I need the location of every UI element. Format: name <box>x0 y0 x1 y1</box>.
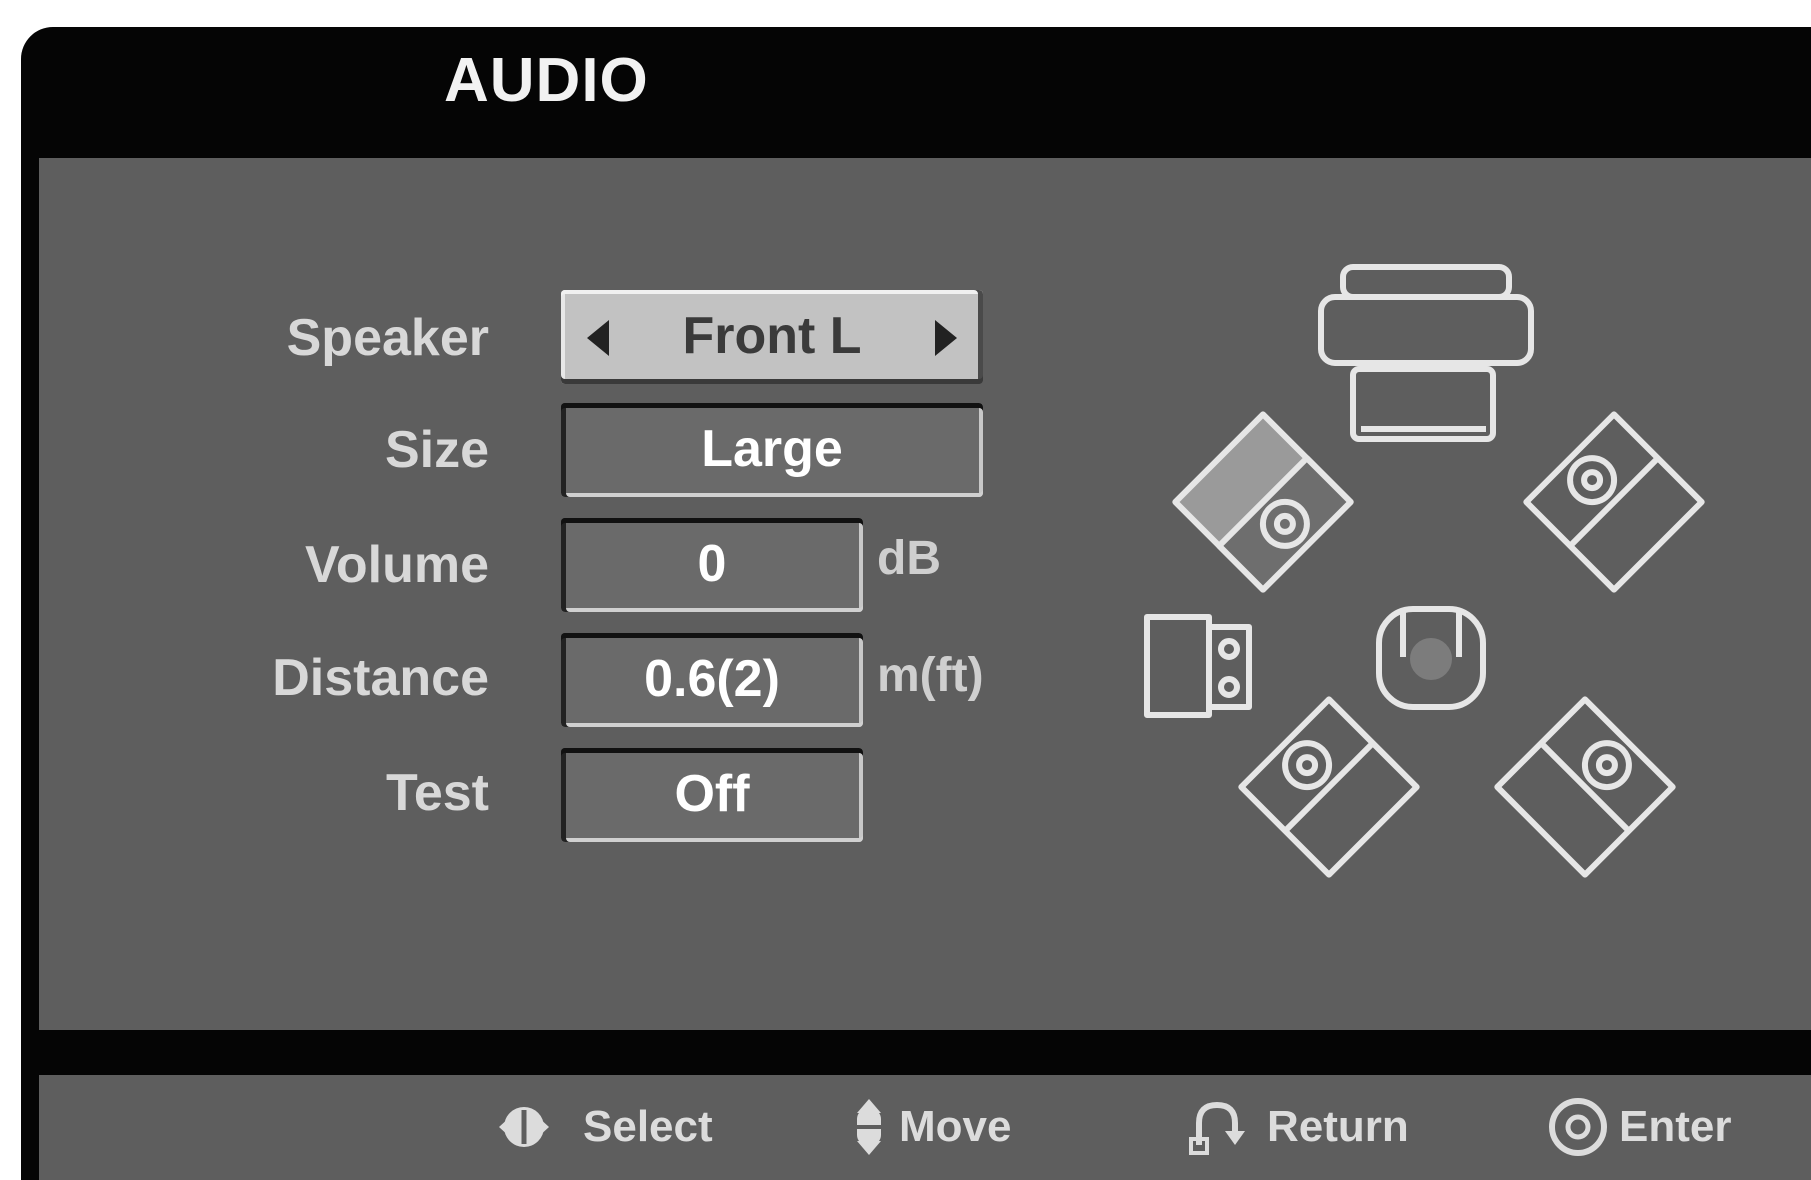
front-right-icon <box>1523 411 1705 593</box>
front-left-icon <box>1172 411 1354 593</box>
volume-label: Volume <box>305 536 489 594</box>
distance-unit: m(ft) <box>877 649 984 702</box>
speaker-value: Front L <box>682 307 862 365</box>
volume-value: 0 <box>697 535 727 593</box>
hint-move: Move <box>849 1097 1011 1157</box>
tv-icon <box>1318 264 1534 442</box>
test-value: Off <box>674 765 750 823</box>
distance-value: 0.6(2) <box>644 650 780 708</box>
hint-enter: Enter <box>1547 1097 1731 1157</box>
menu-title: AUDIO <box>444 46 649 115</box>
speaker-selector[interactable]: Front L <box>561 290 983 384</box>
return-icon <box>1189 1101 1245 1155</box>
size-label: Size <box>384 421 489 479</box>
left-right-arrows-icon <box>499 1107 549 1147</box>
size-value: Large <box>701 420 843 478</box>
speaker-label: Speaker <box>286 309 489 367</box>
control-hints-bar: Select Move Return Enter <box>39 1075 1811 1180</box>
subwoofer-icon <box>1144 614 1252 718</box>
speaker-layout-diagram <box>1144 264 1705 878</box>
size-field[interactable]: Large <box>561 403 983 497</box>
listener-icon <box>1376 606 1486 710</box>
volume-unit: dB <box>877 532 941 585</box>
audio-setup-menu: AUDIO Speaker Front L Size Large Volume … <box>21 27 1811 1180</box>
up-down-arrows-icon <box>855 1099 883 1155</box>
distance-field[interactable]: 0.6(2) <box>561 633 863 727</box>
enter-icon <box>1549 1098 1607 1156</box>
hint-select: Select <box>489 1097 713 1157</box>
rear-right-icon <box>1494 696 1676 878</box>
arrow-right-icon[interactable] <box>935 320 957 356</box>
test-label: Test <box>385 764 489 822</box>
test-field[interactable]: Off <box>561 748 863 842</box>
rear-left-icon <box>1238 696 1420 878</box>
volume-field[interactable]: 0 <box>561 518 863 612</box>
hint-return: Return <box>1187 1097 1409 1157</box>
distance-label: Distance <box>272 649 489 707</box>
